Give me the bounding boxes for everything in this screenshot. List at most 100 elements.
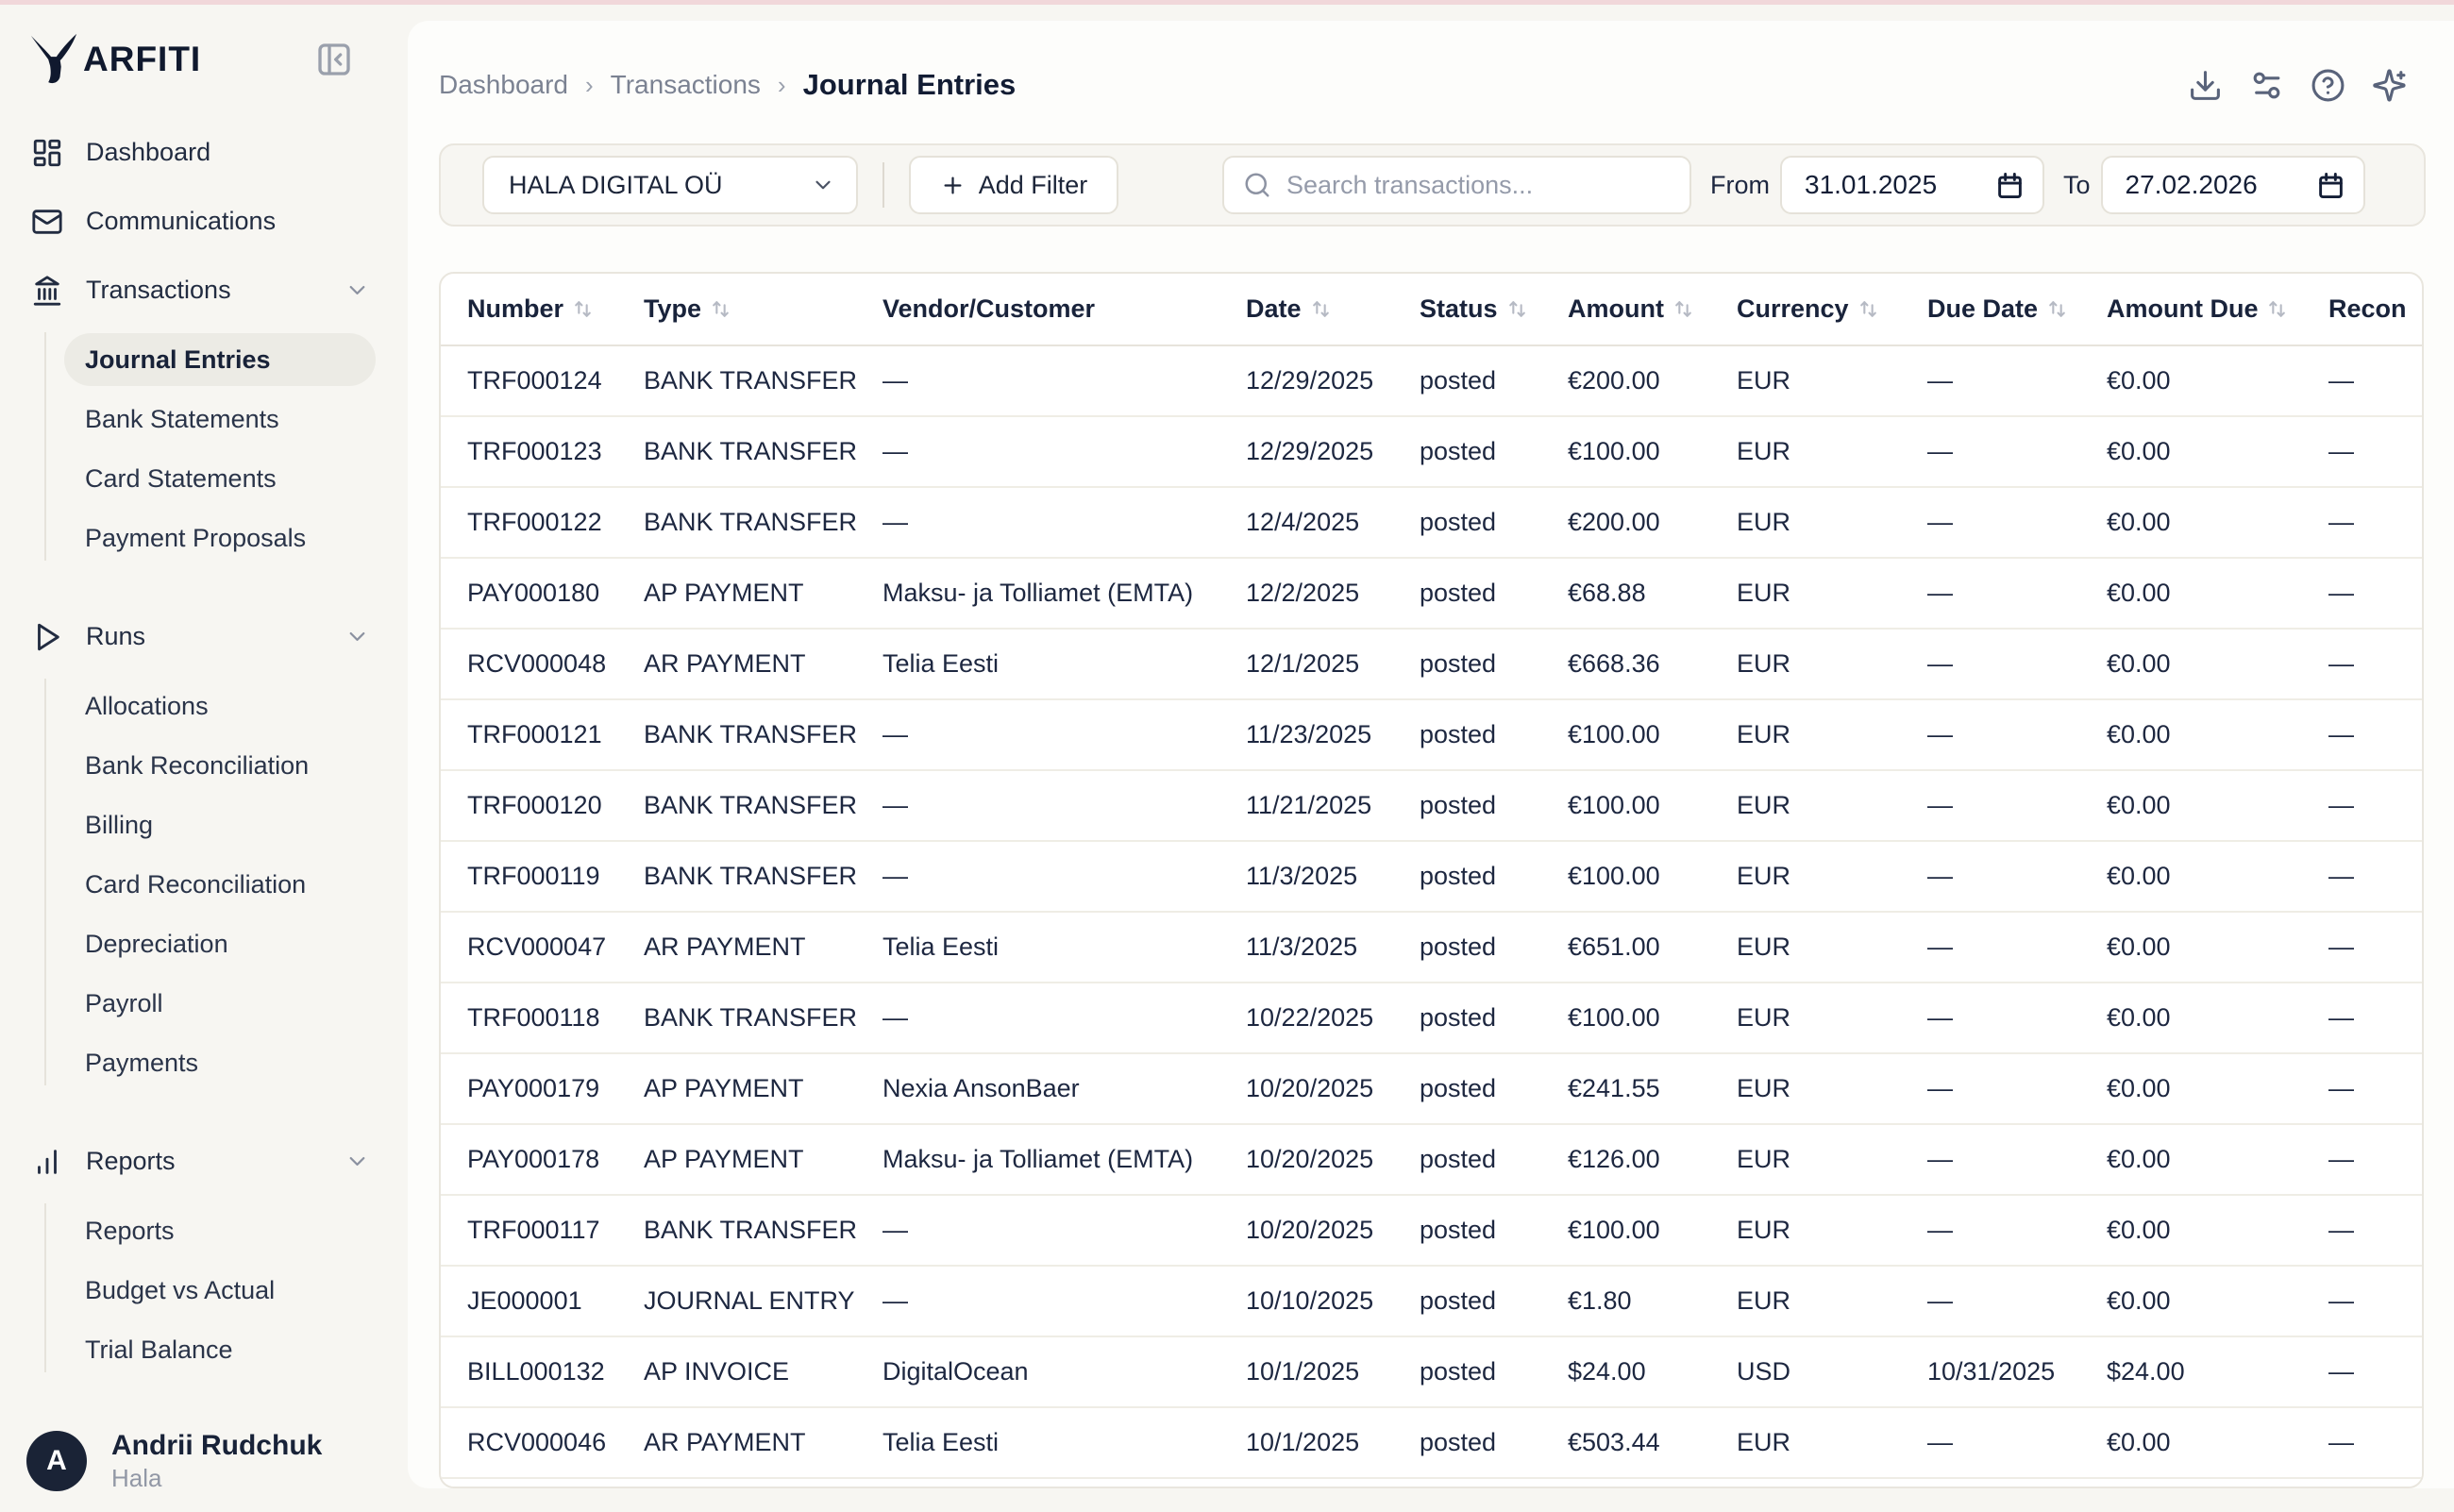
dashboard-icon (31, 137, 63, 169)
sidebar-item-reports-page[interactable]: Reports (0, 1201, 408, 1261)
sidebar-item-transactions[interactable]: Transactions (0, 256, 408, 325)
cell-vendor: — (882, 1003, 1246, 1033)
cell-due_date: — (1927, 649, 2107, 679)
add-filter-button[interactable]: Add Filter (909, 156, 1118, 214)
chevron-down-icon (811, 173, 835, 197)
breadcrumb-dashboard[interactable]: Dashboard (439, 70, 568, 100)
cell-recon: — (2328, 1145, 2424, 1174)
table-row[interactable]: PAY000180AP PAYMENTMaksu- ja Tolliamet (… (441, 559, 2422, 630)
sidebar-item-bank-statements[interactable]: Bank Statements (0, 390, 408, 449)
mail-icon (31, 206, 63, 238)
column-header-type[interactable]: Type (644, 294, 882, 324)
cell-recon: — (2328, 932, 2424, 962)
sidebar-item-trial-balance[interactable]: Trial Balance (0, 1320, 408, 1380)
sidebar-item-runs[interactable]: Runs (0, 602, 408, 671)
cell-recon: — (2328, 791, 2424, 820)
table-row[interactable]: TRF000120BANK TRANSFER—11/21/2025posted€… (441, 771, 2422, 842)
table-row[interactable]: TRF000116BANK TRANSFER—9/22/2025posted€1… (441, 1479, 2422, 1488)
date-from-input[interactable]: 31.01.2025 (1780, 156, 2044, 214)
cell-type: BANK TRANSFER (644, 1003, 882, 1033)
search-input[interactable] (1285, 170, 1671, 201)
sidebar-item-communications[interactable]: Communications (0, 187, 408, 256)
table-row[interactable]: TRF000123BANK TRANSFER—12/29/2025posted€… (441, 417, 2422, 488)
date-to-input[interactable]: 27.02.2026 (2101, 156, 2365, 214)
table-row[interactable]: PAY000178AP PAYMENTMaksu- ja Tolliamet (… (441, 1125, 2422, 1196)
table-row[interactable]: RCV000048AR PAYMENTTelia Eesti12/1/2025p… (441, 630, 2422, 700)
sidebar-item-reports[interactable]: Reports (0, 1127, 408, 1196)
sidebar-item-billing[interactable]: Billing (0, 796, 408, 855)
sidebar-item-card-statements[interactable]: Card Statements (0, 449, 408, 509)
cell-recon: — (2328, 1074, 2424, 1103)
cell-status: posted (1420, 579, 1568, 608)
cell-currency: EUR (1737, 437, 1927, 466)
cell-currency: USD (1737, 1357, 1927, 1386)
table-row[interactable]: TRF000117BANK TRANSFER—10/20/2025posted€… (441, 1196, 2422, 1267)
sidebar-item-depreciation[interactable]: Depreciation (0, 915, 408, 974)
sidebar-item-dashboard[interactable]: Dashboard (0, 118, 408, 187)
collapse-sidebar-icon[interactable] (315, 41, 353, 78)
cell-status: posted (1420, 1286, 1568, 1316)
cell-number: PAY000180 (467, 579, 644, 608)
sidebar-item-payments[interactable]: Payments (0, 1033, 408, 1093)
column-header-currency[interactable]: Currency (1737, 294, 1927, 324)
cell-amount: €68.88 (1568, 579, 1737, 608)
cell-currency: EUR (1737, 1286, 1927, 1316)
table-row[interactable]: TRF000121BANK TRANSFER—11/23/2025posted€… (441, 700, 2422, 771)
cell-amount_due: €0.00 (2107, 1145, 2328, 1174)
sidebar-item-bank-reconciliation[interactable]: Bank Reconciliation (0, 736, 408, 796)
cell-status: posted (1420, 437, 1568, 466)
cell-type: BANK TRANSFER (644, 1216, 882, 1245)
breadcrumb-separator: › (585, 71, 594, 100)
table-row[interactable]: TRF000122BANK TRANSFER—12/4/2025posted€2… (441, 488, 2422, 559)
breadcrumb-transactions[interactable]: Transactions (611, 70, 761, 100)
table-row[interactable]: JE000001JOURNAL ENTRY—10/10/2025posted€1… (441, 1267, 2422, 1337)
cell-amount: €200.00 (1568, 508, 1737, 537)
sidebar-item-payroll[interactable]: Payroll (0, 974, 408, 1033)
cell-vendor: Telia Eesti (882, 1428, 1246, 1457)
table-row[interactable]: RCV000046AR PAYMENTTelia Eesti10/1/2025p… (441, 1408, 2422, 1479)
cell-date: 10/20/2025 (1246, 1145, 1420, 1174)
sidebar-item-card-reconciliation[interactable]: Card Reconciliation (0, 855, 408, 915)
filter-bar: HALA DIGITAL OÜ Add Filter From 31.01.20… (439, 143, 2426, 227)
from-label: From (1710, 171, 1770, 200)
column-header-due-date[interactable]: Due Date (1927, 294, 2107, 324)
sidebar-item-journal-entries[interactable]: Journal Entries (64, 333, 376, 386)
table-row[interactable]: RCV000047AR PAYMENTTelia Eesti11/3/2025p… (441, 913, 2422, 983)
app-logo[interactable]: ARFITI (26, 31, 201, 88)
cell-due_date: — (1927, 862, 2107, 891)
table-body: TRF000124BANK TRANSFER—12/29/2025posted€… (441, 346, 2422, 1488)
cell-amount: $24.00 (1568, 1357, 1737, 1386)
user-profile[interactable]: A Andrii Rudchuk Hala (0, 1428, 408, 1495)
sort-icon (1857, 297, 1880, 321)
cell-currency: EUR (1737, 1428, 1927, 1457)
cell-type: BANK TRANSFER (644, 437, 882, 466)
table-row[interactable]: TRF000119BANK TRANSFER—11/3/2025posted€1… (441, 842, 2422, 913)
table-row[interactable]: TRF000118BANK TRANSFER—10/22/2025posted€… (441, 983, 2422, 1054)
sparkles-icon[interactable] (2372, 68, 2407, 103)
column-header-number[interactable]: Number (467, 294, 644, 324)
search-icon (1243, 171, 1271, 199)
help-icon[interactable] (2311, 68, 2345, 103)
cell-amount_due: €0.00 (2107, 1286, 2328, 1316)
company-select[interactable]: HALA DIGITAL OÜ (482, 156, 858, 214)
table-row[interactable]: BILL000132AP INVOICEDigitalOcean10/1/202… (441, 1337, 2422, 1408)
cell-vendor: — (882, 437, 1246, 466)
cell-amount: €100.00 (1568, 1003, 1737, 1033)
cell-type: BANK TRANSFER (644, 366, 882, 395)
cell-date: 11/3/2025 (1246, 932, 1420, 962)
column-header-date[interactable]: Date (1246, 294, 1420, 324)
download-icon[interactable] (2188, 68, 2223, 103)
sidebar-item-budget-vs-actual[interactable]: Budget vs Actual (0, 1261, 408, 1320)
sliders-icon[interactable] (2249, 68, 2284, 103)
cell-date: 10/1/2025 (1246, 1357, 1420, 1386)
sidebar-item-allocations[interactable]: Allocations (0, 677, 408, 736)
table-row[interactable]: TRF000124BANK TRANSFER—12/29/2025posted€… (441, 346, 2422, 417)
column-header-amount-due[interactable]: Amount Due (2107, 294, 2328, 324)
cell-date: 11/21/2025 (1246, 791, 1420, 820)
cell-date: 10/22/2025 (1246, 1003, 1420, 1033)
table-row[interactable]: PAY000179AP PAYMENTNexia AnsonBaer10/20/… (441, 1054, 2422, 1125)
column-header-amount[interactable]: Amount (1568, 294, 1737, 324)
column-header-status[interactable]: Status (1420, 294, 1568, 324)
sidebar-item-payment-proposals[interactable]: Payment Proposals (0, 509, 408, 568)
cell-due_date: — (1927, 366, 2107, 395)
